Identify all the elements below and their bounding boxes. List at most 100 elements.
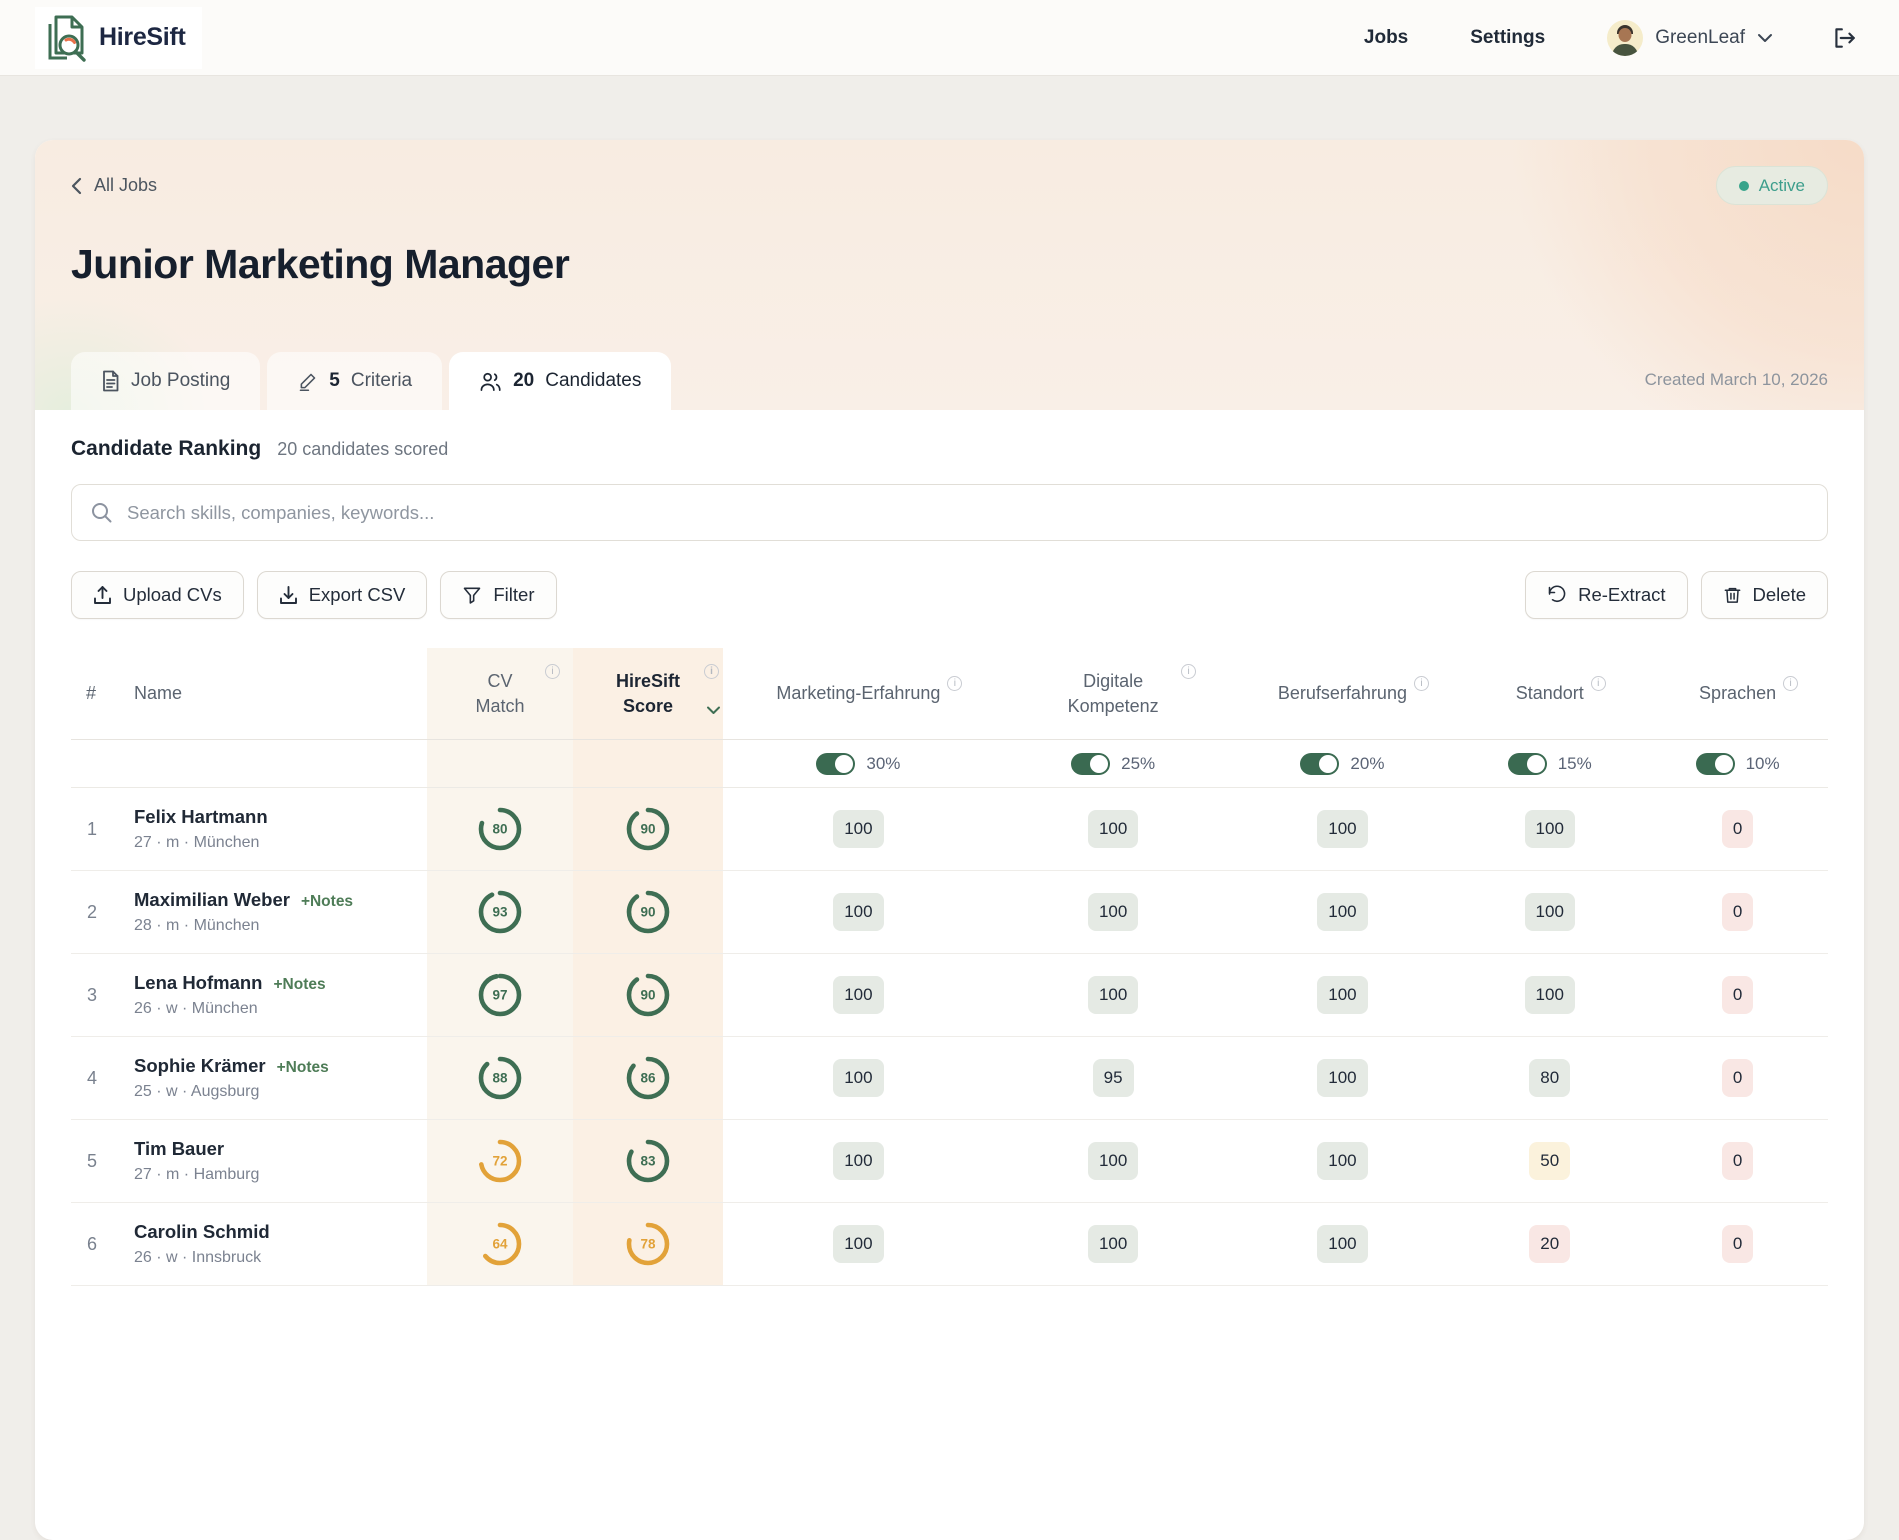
rank-cell: 5 (71, 1120, 127, 1202)
table-row[interactable]: 1 Felix Hartmann 27 · m · München 80 90 … (71, 788, 1828, 871)
col-criterion-5[interactable]: Spracheni (1647, 648, 1828, 739)
criterion-score-cell: 100 (723, 954, 994, 1036)
people-icon (479, 371, 502, 392)
info-icon[interactable]: i (545, 664, 560, 679)
criterion-score-cell: 100 (723, 788, 994, 870)
score-chip: 100 (1525, 810, 1575, 848)
nav-jobs[interactable]: Jobs (1364, 27, 1408, 49)
weight-toggle[interactable] (1300, 753, 1339, 775)
score-chip: 100 (1317, 976, 1367, 1014)
info-icon[interactable]: i (1181, 664, 1196, 679)
sort-descending-icon[interactable] (706, 706, 721, 715)
upload-cvs-button[interactable]: Upload CVs (71, 571, 244, 619)
logout-icon[interactable] (1831, 25, 1857, 51)
col-hiresift-score[interactable]: HireSift Scorei (573, 648, 723, 739)
tab-candidates[interactable]: 20 Candidates (449, 352, 671, 410)
weight-toggle[interactable] (1071, 753, 1110, 775)
col-criterion-4[interactable]: Standorti (1452, 648, 1647, 739)
weight-toggle[interactable] (816, 753, 855, 775)
criterion-score-cell: 100 (723, 1037, 994, 1119)
brand-name: HireSift (99, 23, 186, 52)
notes-link[interactable]: +Notes (301, 893, 353, 911)
criterion-score-cell: 100 (1233, 1037, 1453, 1119)
hiresift-score-cell: 78 (573, 1203, 723, 1285)
candidate-name-cell: Tim Bauer 27 · m · Hamburg (127, 1120, 427, 1202)
svg-text:90: 90 (640, 988, 655, 1003)
col-criterion-1[interactable]: Marketing-Erfahrungi (723, 648, 994, 739)
weight-percent: 30% (866, 754, 900, 774)
notes-link[interactable]: +Notes (273, 976, 325, 994)
criterion-score-cell: 100 (1452, 954, 1647, 1036)
job-hero: All Jobs Active Junior Marketing Manager… (35, 140, 1864, 410)
candidate-name[interactable]: Lena Hofmann (134, 972, 262, 994)
candidate-name[interactable]: Maximilian Weber (134, 889, 290, 911)
criterion-score-cell: 100 (723, 1120, 994, 1202)
candidate-name[interactable]: Tim Bauer (134, 1138, 224, 1160)
criterion-score-cell: 100 (1233, 788, 1453, 870)
candidate-name[interactable]: Felix Hartmann (134, 806, 268, 828)
brand-logo[interactable]: HireSift (35, 7, 202, 69)
weight-percent: 25% (1121, 754, 1155, 774)
delete-button[interactable]: Delete (1701, 571, 1828, 619)
score-chip: 100 (833, 976, 883, 1014)
search-bar[interactable] (71, 484, 1828, 541)
table-header-row: # Name CV Matchi HireSift Scorei Marketi… (71, 648, 1828, 740)
hiresift-score-ring: 78 (623, 1219, 673, 1269)
table-row[interactable]: 4 Sophie Krämer+Notes 25 · w · Augsburg … (71, 1037, 1828, 1120)
created-date: Created March 10, 2026 (1645, 370, 1828, 410)
rank-cell: 6 (71, 1203, 127, 1285)
hiresift-score-ring: 90 (623, 804, 673, 854)
weight-toggle[interactable] (1696, 753, 1735, 775)
score-chip: 0 (1722, 1225, 1753, 1263)
table-row[interactable]: 5 Tim Bauer 27 · m · Hamburg 72 83 10010… (71, 1120, 1828, 1203)
col-rank: # (71, 648, 127, 739)
weight-toggle[interactable] (1508, 753, 1547, 775)
col-name: Name (127, 648, 427, 739)
table-row[interactable]: 2 Maximilian Weber+Notes 28 · m · Münche… (71, 871, 1828, 954)
section-subtitle: 20 candidates scored (277, 439, 448, 460)
export-csv-button[interactable]: Export CSV (257, 571, 428, 619)
svg-text:78: 78 (640, 1237, 656, 1252)
info-icon[interactable]: i (1591, 676, 1606, 691)
svg-text:83: 83 (640, 1154, 656, 1169)
table-row[interactable]: 3 Lena Hofmann+Notes 26 · w · München 97… (71, 954, 1828, 1037)
notes-link[interactable]: +Notes (277, 1059, 329, 1077)
re-extract-button[interactable]: Re-Extract (1525, 571, 1687, 619)
hiresift-score-cell: 90 (573, 954, 723, 1036)
filter-button[interactable]: Filter (440, 571, 556, 619)
criterion-score-cell: 80 (1452, 1037, 1647, 1119)
score-chip: 100 (1525, 893, 1575, 931)
col-cv-match[interactable]: CV Matchi (427, 648, 573, 739)
score-chip: 0 (1722, 810, 1753, 848)
criterion-score-cell: 100 (994, 788, 1233, 870)
top-navigation-bar: HireSift Jobs Settings GreenLeaf (0, 0, 1899, 76)
score-chip: 100 (833, 810, 883, 848)
info-icon[interactable]: i (1783, 676, 1798, 691)
info-icon[interactable]: i (704, 664, 719, 679)
score-chip: 95 (1093, 1059, 1134, 1097)
info-icon[interactable]: i (947, 676, 962, 691)
breadcrumb-all-jobs[interactable]: All Jobs (71, 175, 157, 196)
account-menu[interactable]: GreenLeaf (1607, 20, 1773, 56)
criterion-score-cell: 100 (1452, 788, 1647, 870)
col-criterion-3[interactable]: Berufserfahrungi (1233, 648, 1453, 739)
nav-settings[interactable]: Settings (1470, 27, 1545, 49)
info-icon[interactable]: i (1414, 676, 1429, 691)
criterion-score-cell: 100 (723, 1203, 994, 1285)
svg-text:90: 90 (640, 822, 655, 837)
hiresift-score-ring: 83 (623, 1136, 673, 1186)
candidate-name[interactable]: Carolin Schmid (134, 1221, 270, 1243)
search-input[interactable] (125, 501, 1808, 525)
col-criterion-2[interactable]: Digitale Kompetenzi (994, 648, 1233, 739)
candidate-meta: 28 · m · München (134, 917, 259, 935)
cv-match-cell: 64 (427, 1203, 573, 1285)
criterion-score-cell: 100 (1233, 954, 1453, 1036)
table-row[interactable]: 6 Carolin Schmid 26 · w · Innsbruck 64 7… (71, 1203, 1828, 1286)
candidate-name[interactable]: Sophie Krämer (134, 1055, 266, 1077)
svg-text:97: 97 (492, 988, 507, 1003)
tab-job-posting[interactable]: Job Posting (71, 352, 260, 410)
hiresift-score-cell: 83 (573, 1120, 723, 1202)
score-chip: 100 (833, 1059, 883, 1097)
svg-text:64: 64 (492, 1237, 508, 1252)
tab-criteria[interactable]: 5 Criteria (267, 352, 442, 410)
